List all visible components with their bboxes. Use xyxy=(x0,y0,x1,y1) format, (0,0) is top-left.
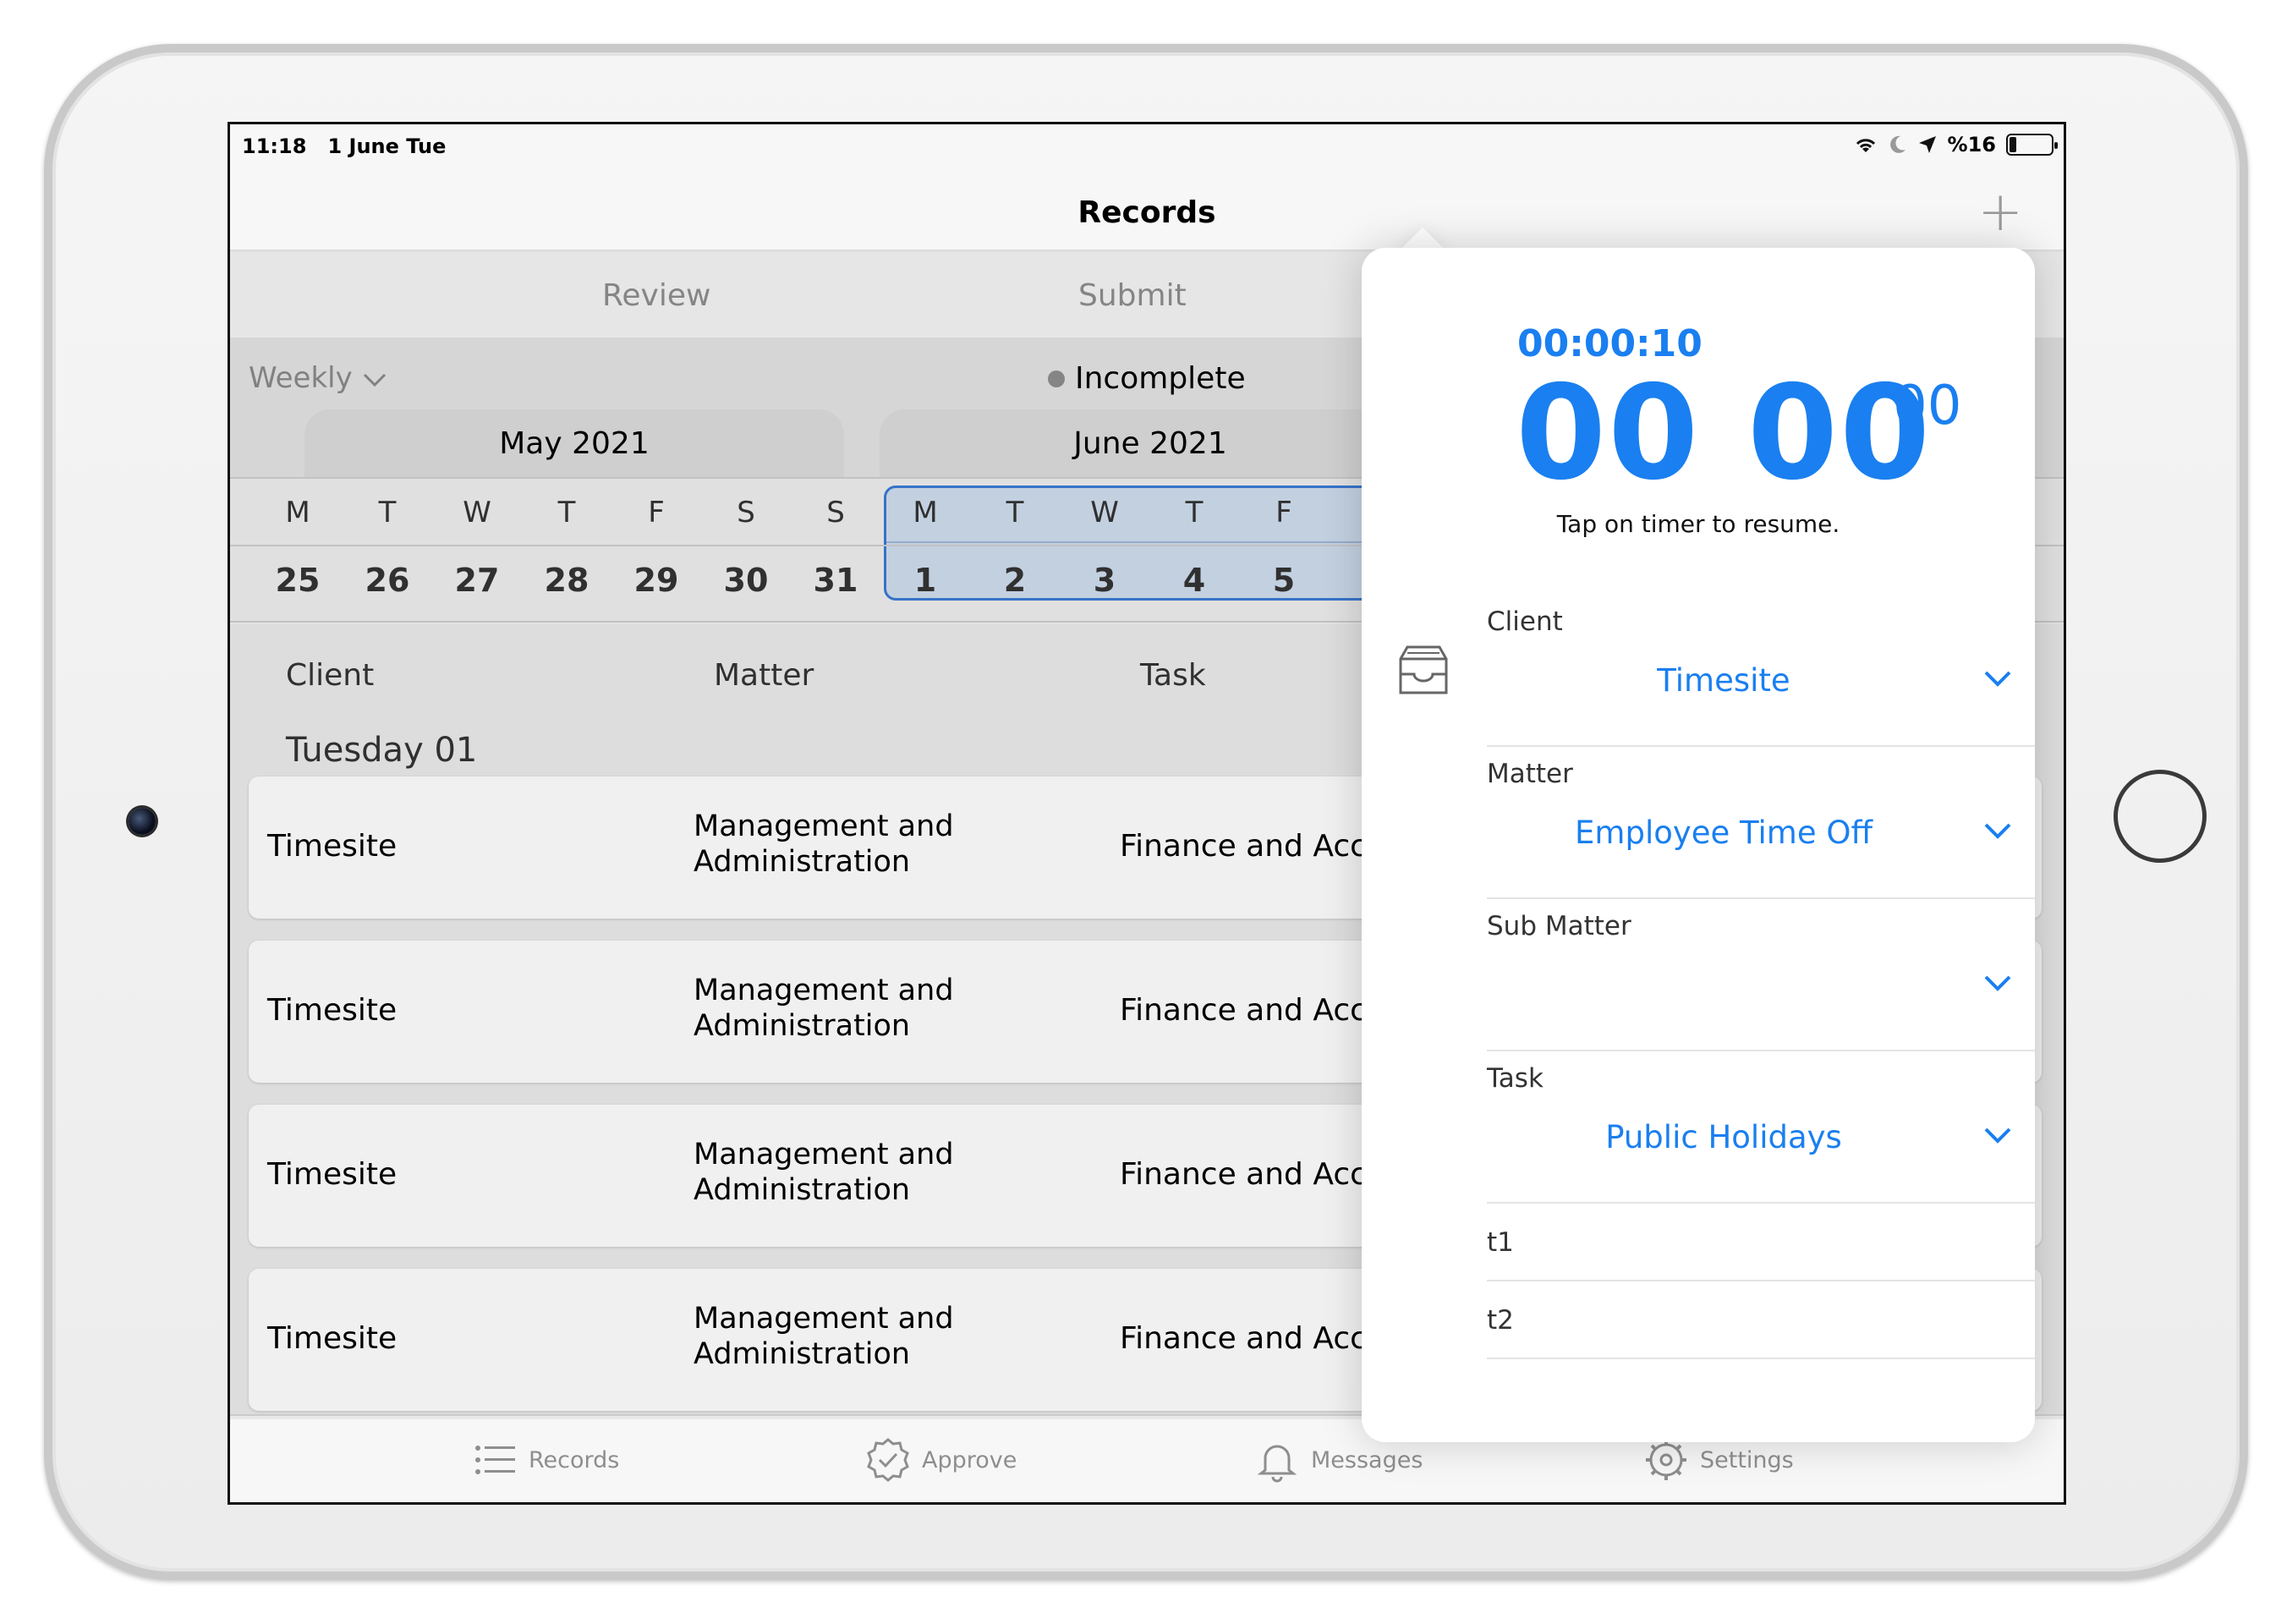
day-number[interactable]: 1 xyxy=(896,562,955,599)
moon-icon xyxy=(1889,135,1905,153)
chevron-down-icon[interactable] xyxy=(1981,815,2015,848)
day-number[interactable]: 28 xyxy=(537,562,596,599)
day-number[interactable]: 26 xyxy=(358,562,417,599)
client-label: Client xyxy=(1487,606,1563,637)
day-letter: T xyxy=(557,496,576,529)
front-camera xyxy=(129,808,156,835)
t2-field[interactable]: t2 xyxy=(1487,1281,2035,1359)
day-letter: T xyxy=(1185,496,1204,529)
timer-hint: Tap on timer to resume. xyxy=(1556,510,1840,538)
tab-settings[interactable]: Settings xyxy=(1642,1436,1794,1484)
tab-approve[interactable]: Approve xyxy=(864,1436,1017,1484)
inbox-icon xyxy=(1399,645,1448,694)
timer-seconds: 00 xyxy=(1893,375,1962,437)
period-dropdown[interactable]: Weekly xyxy=(249,361,387,395)
row-task: Finance and Acco xyxy=(1120,829,1385,864)
matter-field[interactable]: Matter Employee Time Off xyxy=(1487,747,2035,899)
sub-matter-label: Sub Matter xyxy=(1487,911,1631,941)
column-client: Client xyxy=(286,658,375,693)
status-icons: %16 xyxy=(1853,133,2058,156)
segment-submit[interactable]: Submit xyxy=(1078,278,1187,313)
day-number[interactable]: 30 xyxy=(716,562,776,599)
tab-messages-label: Messages xyxy=(1311,1446,1423,1473)
wifi-icon xyxy=(1856,139,1875,152)
page-title: Records xyxy=(1077,195,1216,230)
row-client: Timesite xyxy=(267,1157,398,1192)
screen: 11:18 1 June Tue %16 Records + Review Su… xyxy=(228,122,2066,1505)
tab-settings-label: Settings xyxy=(1700,1446,1794,1473)
row-client: Timesite xyxy=(267,829,398,864)
battery-icon xyxy=(2006,134,2058,156)
t1-field[interactable]: t1 xyxy=(1487,1204,2035,1281)
checkmark-seal-icon xyxy=(867,1438,909,1482)
row-task: Finance and Acco xyxy=(1120,993,1385,1028)
tab-messages[interactable]: Messages xyxy=(1253,1436,1423,1484)
day-letter: W xyxy=(463,496,491,529)
chevron-down-icon[interactable] xyxy=(1981,662,2015,696)
tab-records[interactable]: Records xyxy=(471,1436,619,1484)
battery-percent: %16 xyxy=(1947,133,1996,156)
matter-value: Employee Time Off xyxy=(1575,815,1873,851)
timer-popover: 00:00:10 00 00 00 Tap on timer to resume… xyxy=(1362,248,2035,1442)
client-value: Timesite xyxy=(1657,662,1790,699)
task-label: Task xyxy=(1487,1063,1544,1094)
day-letter: F xyxy=(648,496,665,529)
plus-icon[interactable]: + xyxy=(1977,185,2023,239)
status-time: 11:18 1 June Tue xyxy=(242,134,447,158)
chevron-down-icon xyxy=(363,373,386,387)
day-number[interactable]: 31 xyxy=(806,562,865,599)
t2-label: t2 xyxy=(1487,1305,1514,1336)
list-icon xyxy=(475,1446,515,1474)
month-tab-june[interactable]: June 2021 xyxy=(880,409,1421,481)
day-number[interactable]: 29 xyxy=(627,562,686,599)
column-task: Task xyxy=(1140,658,1206,693)
day-number[interactable]: 4 xyxy=(1165,562,1224,599)
t1-label: t1 xyxy=(1487,1227,1514,1258)
chevron-down-icon[interactable] xyxy=(1981,1119,2015,1153)
day-number[interactable]: 5 xyxy=(1254,562,1313,599)
tab-approve-label: Approve xyxy=(922,1446,1017,1473)
row-client: Timesite xyxy=(267,1321,398,1356)
day-letter: T xyxy=(378,496,397,529)
home-button[interactable] xyxy=(2114,770,2207,863)
day-letter: F xyxy=(1275,496,1292,529)
row-matter: Management and Administration xyxy=(694,1302,954,1371)
day-number[interactable]: 2 xyxy=(985,562,1045,599)
client-field[interactable]: Client Timesite xyxy=(1487,595,2035,747)
day-number[interactable]: 27 xyxy=(447,562,507,599)
day-heading: Tuesday 01 xyxy=(286,731,478,770)
tab-records-label: Records xyxy=(529,1446,620,1473)
row-matter: Management and Administration xyxy=(694,1138,954,1207)
row-task: Finance and Acco xyxy=(1120,1321,1385,1356)
task-field[interactable]: Task Public Holidays xyxy=(1487,1051,2035,1204)
location-icon xyxy=(1918,136,1936,153)
gear-icon xyxy=(1646,1440,1686,1480)
status-bar: 11:18 1 June Tue %16 xyxy=(230,124,2064,167)
chevron-down-icon[interactable] xyxy=(1981,967,2015,1001)
task-value: Public Holidays xyxy=(1605,1119,1842,1155)
row-task: Finance and Acco xyxy=(1120,1157,1385,1192)
row-matter: Management and Administration xyxy=(694,809,954,879)
row-client: Timesite xyxy=(267,993,398,1028)
row-matter: Management and Administration xyxy=(694,974,954,1043)
day-number[interactable]: 3 xyxy=(1075,562,1134,599)
navigation-bar: Records + xyxy=(230,167,2064,251)
month-tab-may[interactable]: May 2021 xyxy=(304,409,844,481)
status-dot xyxy=(1048,370,1065,387)
column-matter: Matter xyxy=(714,658,814,693)
status-filter[interactable]: Incomplete xyxy=(1048,361,1246,396)
big-timer[interactable]: 00 00 xyxy=(1516,358,1932,509)
day-letter: T xyxy=(1006,496,1024,529)
matter-label: Matter xyxy=(1487,759,1573,789)
bell-icon xyxy=(1257,1445,1297,1483)
sub-matter-field[interactable]: Sub Matter xyxy=(1487,899,2035,1051)
day-number[interactable]: 25 xyxy=(268,562,327,599)
day-letter: S xyxy=(737,496,755,529)
day-letter: M xyxy=(285,496,310,529)
segment-review[interactable]: Review xyxy=(602,278,710,313)
day-letter: W xyxy=(1090,496,1119,529)
day-letter: M xyxy=(913,496,938,529)
day-letter: S xyxy=(826,496,845,529)
